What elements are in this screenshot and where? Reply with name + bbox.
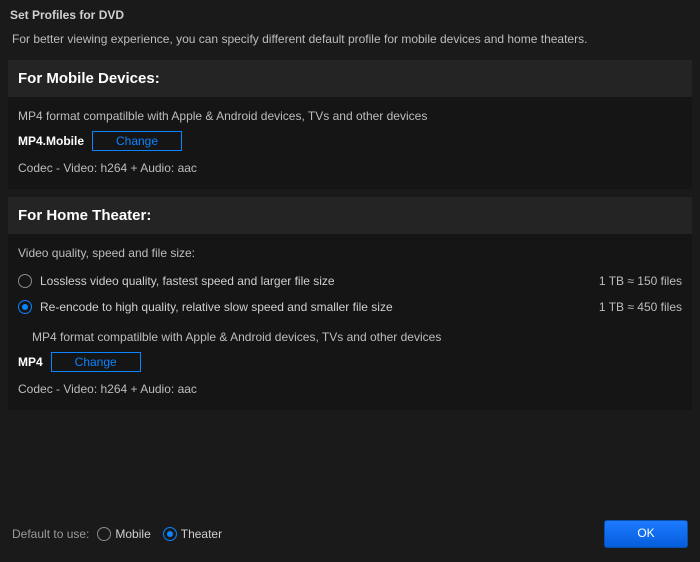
theater-quality-heading: Video quality, speed and file size:: [18, 246, 682, 260]
theater-panel: For Home Theater: Video quality, speed a…: [8, 197, 692, 410]
theater-option-label: Re-encode to high quality, relative slow…: [40, 300, 393, 314]
radio-icon: [18, 300, 32, 314]
mobile-panel-body: MP4 format compatilble with Apple & Andr…: [8, 97, 692, 189]
theater-profile-row: MP4 Change: [18, 352, 682, 372]
radio-icon: [18, 274, 32, 288]
dialog-intro: For better viewing experience, you can s…: [0, 28, 700, 60]
mobile-profile-name: MP4.Mobile: [18, 134, 84, 148]
theater-panel-body: Video quality, speed and file size: Loss…: [8, 234, 692, 410]
mobile-profile-row: MP4.Mobile Change: [18, 131, 682, 151]
radio-icon: [163, 527, 177, 541]
theater-format-desc: MP4 format compatilble with Apple & Andr…: [32, 330, 682, 344]
radio-icon: [97, 527, 111, 541]
theater-panel-header: For Home Theater:: [8, 197, 692, 234]
theater-option-label: Lossless video quality, fastest speed an…: [40, 274, 335, 288]
default-option-label: Mobile: [115, 527, 150, 541]
theater-option-estimate: 1 TB ≈ 150 files: [599, 274, 682, 288]
mobile-format-desc: MP4 format compatilble with Apple & Andr…: [18, 109, 682, 123]
mobile-panel: For Mobile Devices: MP4 format compatilb…: [8, 60, 692, 189]
default-option-theater[interactable]: Theater: [163, 527, 222, 541]
mobile-change-button[interactable]: Change: [92, 131, 182, 151]
ok-button[interactable]: OK: [604, 520, 688, 548]
dialog-footer: Default to use: Mobile Theater OK: [0, 510, 700, 562]
default-option-label: Theater: [181, 527, 222, 541]
set-profiles-dialog: Set Profiles for DVD For better viewing …: [0, 0, 700, 562]
default-to-use-label: Default to use:: [12, 527, 89, 541]
theater-change-button[interactable]: Change: [51, 352, 141, 372]
default-radio-group: Mobile Theater: [97, 527, 228, 541]
default-option-mobile[interactable]: Mobile: [97, 527, 150, 541]
theater-option-reencode[interactable]: Re-encode to high quality, relative slow…: [18, 296, 682, 322]
theater-codec-info: Codec - Video: h264 + Audio: aac: [18, 382, 682, 396]
mobile-panel-header: For Mobile Devices:: [8, 60, 692, 97]
dialog-title: Set Profiles for DVD: [0, 0, 700, 28]
mobile-codec-info: Codec - Video: h264 + Audio: aac: [18, 161, 682, 175]
theater-option-estimate: 1 TB ≈ 450 files: [599, 300, 682, 314]
theater-option-lossless[interactable]: Lossless video quality, fastest speed an…: [18, 270, 682, 296]
theater-profile-name: MP4: [18, 355, 43, 369]
